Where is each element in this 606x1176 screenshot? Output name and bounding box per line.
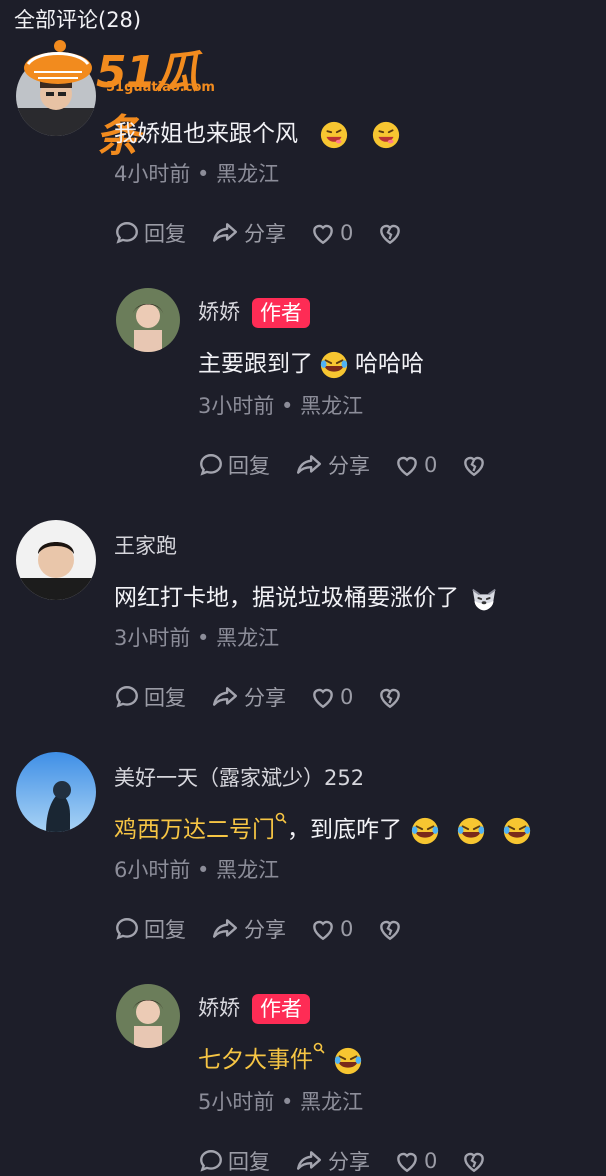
like-button[interactable]: 0 [394,1148,437,1174]
commenter-name[interactable]: 娇娇 作者 [198,296,310,328]
reply-button[interactable]: 回复 [114,914,186,944]
comment-text-main: ，到底咋了 [287,817,402,843]
heart-icon [394,452,420,478]
reply-label: 回复 [144,686,186,710]
comments-header: 全部评论(28) [14,8,142,32]
reply-icon [198,1148,224,1174]
reply-label: 回复 [144,918,186,942]
topic-link-text: 鸡西万达二号门 [114,817,275,843]
heart-icon [394,1148,420,1174]
topic-link[interactable]: 鸡西万达二号门 [114,817,287,843]
author-badge: 作者 [252,994,310,1024]
watermark-url: 51guatiao.com [106,80,215,95]
dislike-button[interactable] [461,1148,491,1174]
dislike-button[interactable] [377,916,407,942]
reply-icon [114,916,140,942]
reply-icon [198,452,224,478]
share-label: 分享 [328,454,370,478]
author-badge: 作者 [252,298,310,328]
broken-heart-icon [377,916,403,942]
share-icon [294,1148,324,1174]
comment-actions: 回复 分享 0 [114,218,431,248]
commenter-name[interactable]: 美好一天（露家斌少）252 [114,762,364,792]
search-small-icon [313,1042,325,1054]
comment-text-main: 主要跟到了 [198,351,313,377]
share-icon [210,916,240,942]
reply-button[interactable]: 回复 [114,218,186,248]
comment-text: 网红打卡地，据说垃圾桶要涨价了 [114,578,499,614]
commenter-name[interactable]: 王家跑 [114,530,177,560]
name-text: 娇娇 [198,300,240,324]
broken-heart-icon [377,220,403,246]
share-icon [210,220,240,246]
reply-label: 回复 [228,454,270,478]
topic-link-text: 七夕大事件 [198,1047,313,1073]
share-label: 分享 [244,222,286,246]
commenter-name[interactable]: 娇娇 作者 [198,992,310,1024]
comment-meta: 5小时前 • 黑龙江 [198,1090,364,1114]
reply-icon [114,684,140,710]
like-count: 0 [340,221,354,245]
comment-actions: 回复 分享 0 [114,914,431,944]
watermark-logo: 51瓜条 51guatiao.com [20,34,240,162]
comment-text: 鸡西万达二号门 ，到底咋了 [114,810,532,846]
like-count: 0 [424,1149,438,1173]
share-button[interactable]: 分享 [210,682,286,712]
like-button[interactable]: 0 [310,916,353,942]
grin-emoji [371,120,401,150]
share-button[interactable]: 分享 [210,218,286,248]
laughing-crying-emoji [319,350,349,380]
comment-text-main: 网红打卡地，据说垃圾桶要涨价了 [114,585,459,611]
dog-emoji [469,584,499,614]
like-button[interactable]: 0 [310,684,353,710]
like-count: 0 [424,453,438,477]
like-count: 0 [340,685,354,709]
name-text: 娇娇 [198,996,240,1020]
dislike-button[interactable] [461,452,491,478]
comment-actions: 回复 分享 0 [198,450,515,480]
share-label: 分享 [244,686,286,710]
avatar[interactable] [16,520,96,600]
comment-text: 七夕大事件 [198,1040,363,1076]
grin-emoji [319,120,349,150]
search-small-icon [275,812,287,824]
laughing-crying-emoji [333,1046,363,1076]
laughing-crying-emoji [456,816,486,846]
share-icon [294,452,324,478]
share-icon [210,684,240,710]
like-count: 0 [340,917,354,941]
comment-text: 我娇姐也来跟个风 [114,114,401,150]
avatar[interactable] [16,752,96,832]
share-button[interactable]: 分享 [294,450,370,480]
heart-icon [310,220,336,246]
laughing-crying-emoji [502,816,532,846]
like-button[interactable]: 0 [310,220,353,246]
laughing-crying-emoji [410,816,440,846]
reply-label: 回复 [144,222,186,246]
avatar[interactable] [116,984,180,1048]
dislike-button[interactable] [377,684,407,710]
reply-button[interactable]: 回复 [198,450,270,480]
share-button[interactable]: 分享 [210,914,286,944]
comment-meta: 3小时前 • 黑龙江 [198,394,364,418]
like-button[interactable]: 0 [394,452,437,478]
topic-link[interactable]: 七夕大事件 [198,1047,325,1073]
comment-meta: 4小时前 • 黑龙江 [114,162,280,186]
comment-text-suffix: 哈哈哈 [355,351,424,377]
comment-meta: 6小时前 • 黑龙江 [114,858,280,882]
comment-actions: 回复 分享 0 [114,682,431,712]
broken-heart-icon [377,684,403,710]
comment-text-main: 我娇姐也来跟个风 [114,121,298,147]
heart-icon [310,916,336,942]
reply-button[interactable]: 回复 [114,682,186,712]
avatar[interactable] [116,288,180,352]
share-label: 分享 [244,918,286,942]
broken-heart-icon [461,452,487,478]
dislike-button[interactable] [377,220,407,246]
reply-icon [114,220,140,246]
comment-text: 主要跟到了 哈哈哈 [198,344,424,380]
comment-meta: 3小时前 • 黑龙江 [114,626,280,650]
broken-heart-icon [461,1148,487,1174]
heart-icon [310,684,336,710]
